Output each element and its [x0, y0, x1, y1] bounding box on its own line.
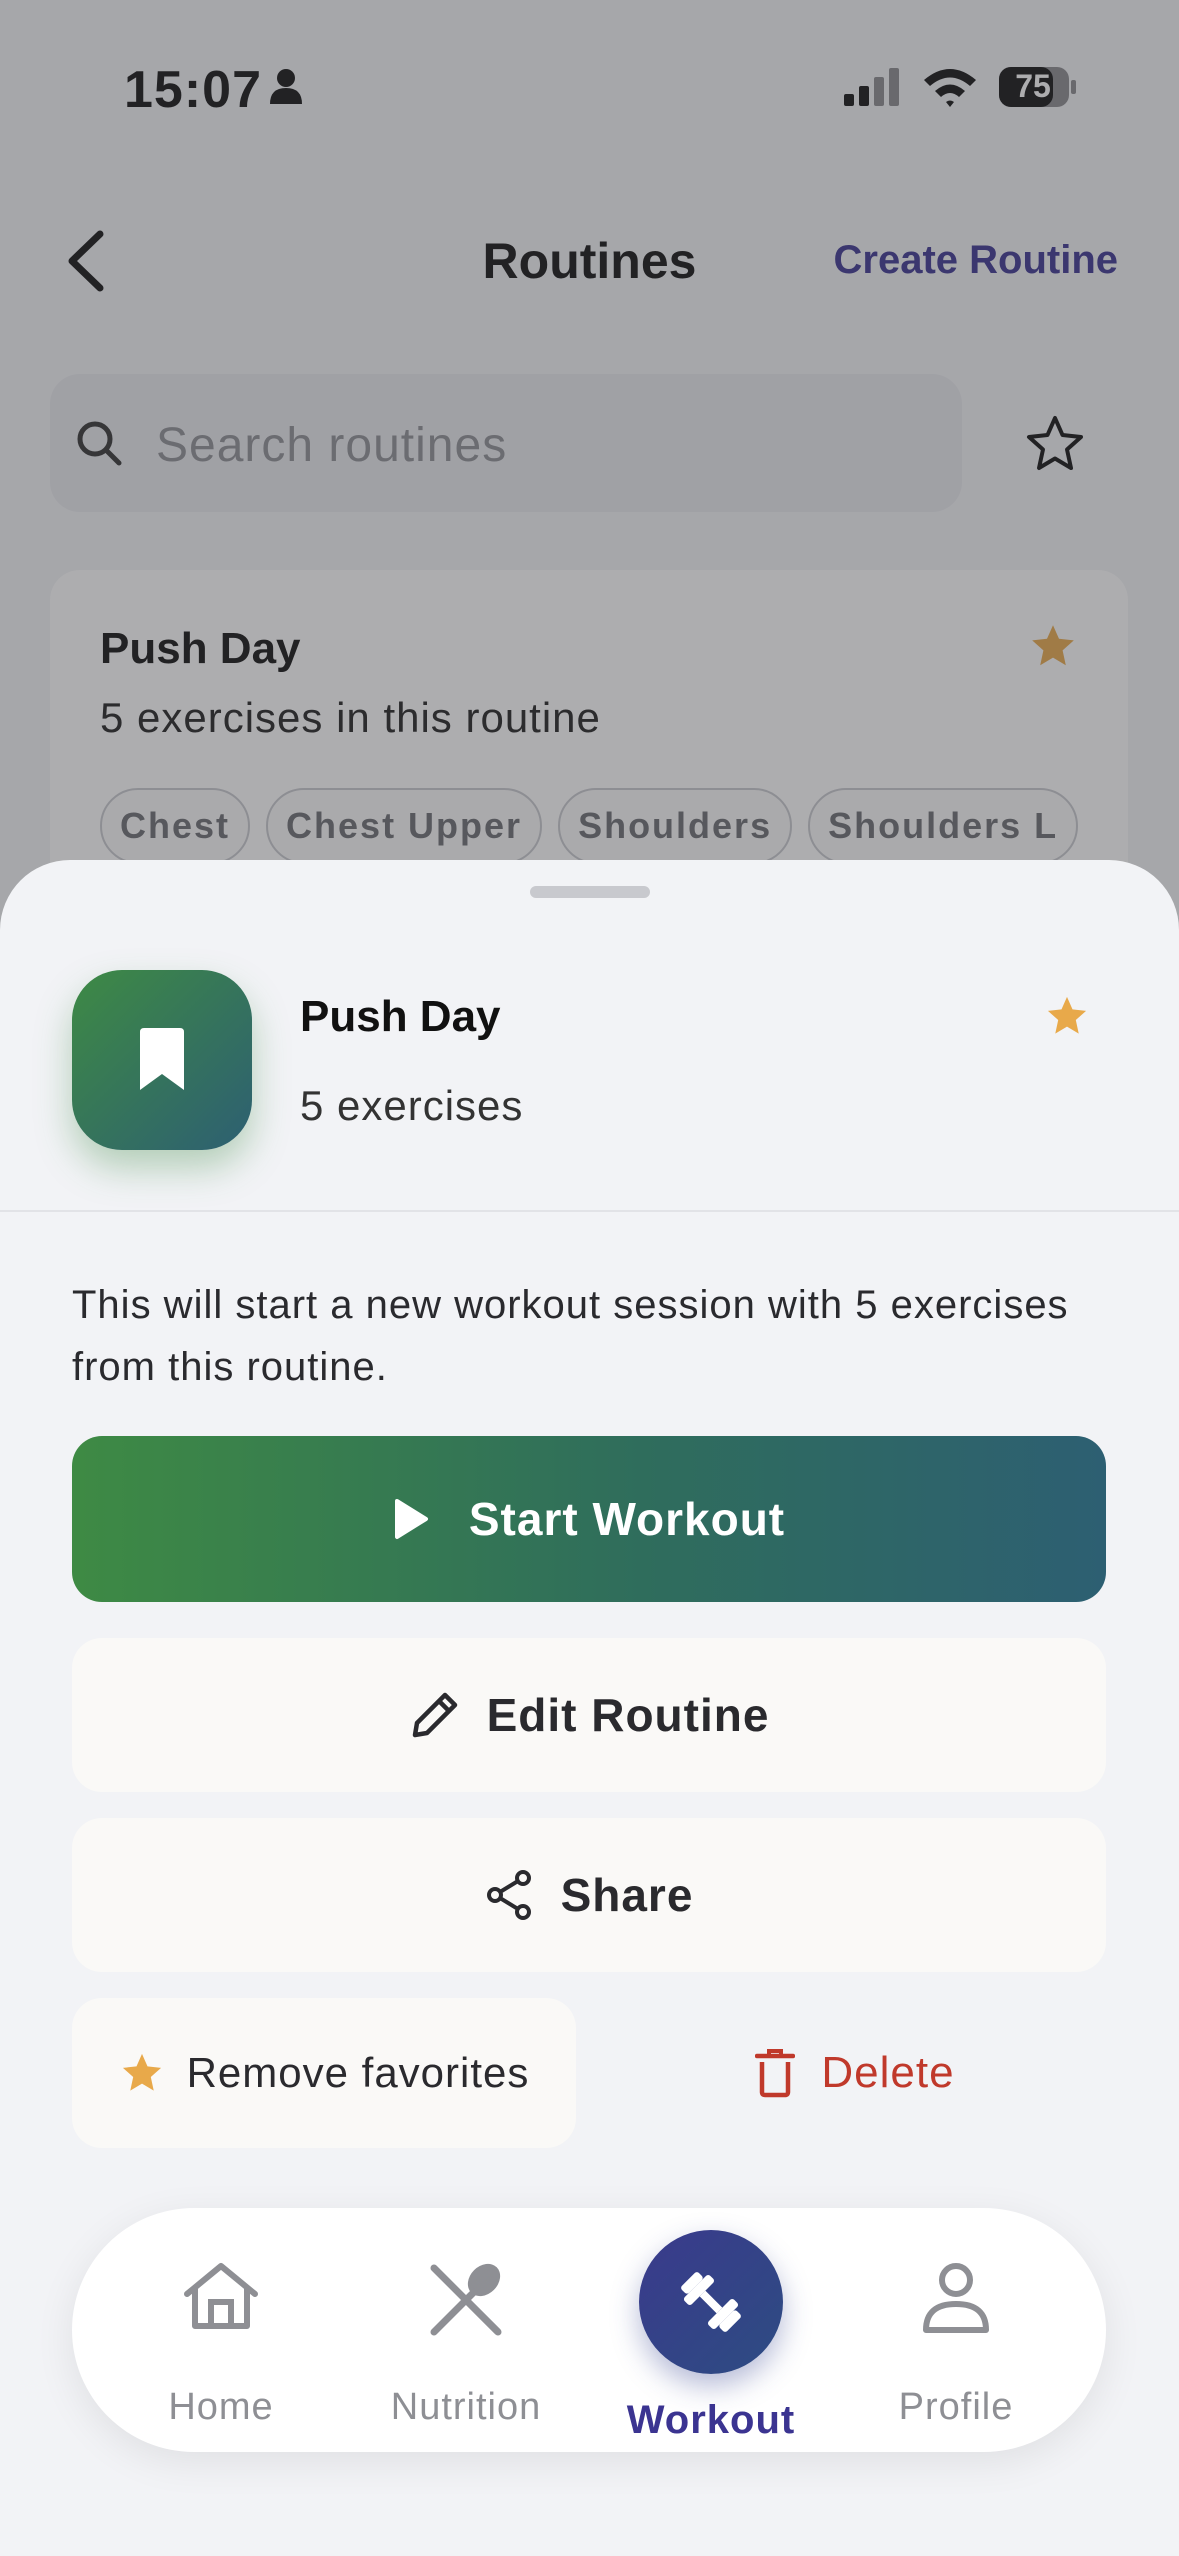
- sheet-subtitle: 5 exercises: [300, 1082, 524, 1129]
- delete-label: Delete: [821, 2048, 955, 2097]
- star-filled-icon[interactable]: [1044, 994, 1090, 1043]
- tab-nutrition[interactable]: Nutrition: [366, 2208, 566, 2452]
- delete-button[interactable]: Delete: [604, 1998, 1106, 2148]
- sheet-title: Push Day: [300, 992, 501, 1041]
- pencil-icon: [412, 1692, 457, 1738]
- trash-icon: [755, 2049, 796, 2098]
- tab-profile-label: Profile: [898, 2386, 1014, 2428]
- tab-workout-label: Workout: [626, 2398, 796, 2442]
- divider: [0, 1210, 1179, 1212]
- share-icon: [486, 1870, 531, 1920]
- bookmark-icon: [140, 1028, 184, 1090]
- remove-favorites-label: Remove favorites: [186, 2049, 530, 2096]
- play-icon: [394, 1499, 428, 1539]
- star-filled-icon: [122, 2053, 161, 2091]
- tab-home-label: Home: [168, 2386, 274, 2428]
- screen: 15:07 75 Routines Create Routine Search …: [0, 0, 1179, 2556]
- dumbbell-icon: [681, 2272, 741, 2332]
- home-icon: [184, 2263, 258, 2329]
- person-icon: [923, 2263, 989, 2333]
- edit-routine-button[interactable]: Edit Routine: [72, 1638, 1106, 1792]
- tab-home[interactable]: Home: [121, 2208, 321, 2452]
- tab-workout[interactable]: Workout: [611, 2208, 811, 2452]
- routine-avatar: [72, 970, 252, 1150]
- share-button[interactable]: Share: [72, 1818, 1106, 1972]
- start-workout-label: Start Workout: [468, 1493, 786, 1545]
- utensils-icon: [430, 2263, 502, 2336]
- bottom-tab-bar: Home Nutrition Workout Profile: [72, 2208, 1106, 2452]
- active-tab-indicator: [639, 2230, 783, 2374]
- remove-favorites-button[interactable]: Remove favorites: [72, 1998, 576, 2148]
- start-workout-button[interactable]: Start Workout: [72, 1436, 1106, 1602]
- sheet-grabber[interactable]: [530, 886, 650, 898]
- edit-routine-label: Edit Routine: [486, 1689, 770, 1741]
- tab-profile[interactable]: Profile: [856, 2208, 1056, 2452]
- sheet-description: This will start a new workout session wi…: [72, 1283, 1069, 1389]
- tab-nutrition-label: Nutrition: [390, 2386, 542, 2428]
- share-label: Share: [560, 1869, 694, 1921]
